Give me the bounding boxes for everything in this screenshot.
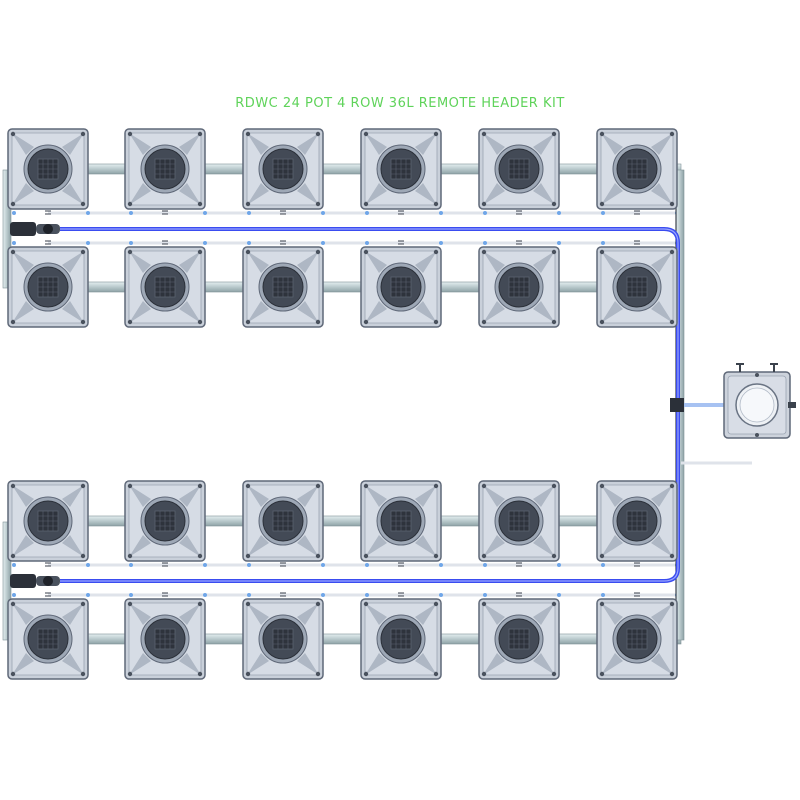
header-tank-icon [670,363,796,439]
pump-connector-icon [10,222,60,236]
square-pot-icon [360,128,442,210]
square-pot-icon [360,480,442,562]
fitting-dot [321,211,325,215]
fitting-dot [439,593,443,597]
fitting-dot [365,211,369,215]
square-pot-icon [478,480,560,562]
square-pot-icon [242,598,324,680]
fitting-dot [601,241,605,245]
fitting-dot [203,211,207,215]
square-pot-icon [596,598,678,680]
fitting-dot [365,563,369,567]
fitting-dot [129,241,133,245]
fitting-dot [557,211,561,215]
fitting-dot [557,593,561,597]
rdwc-layout-diagram [2,128,796,680]
square-pot-icon [7,128,89,210]
square-pot-icon [478,246,560,328]
fitting-dot [365,241,369,245]
square-pot-icon [242,128,324,210]
fitting-dot [601,563,605,567]
square-pot-icon [124,246,206,328]
square-pot-icon [124,128,206,210]
square-pot-icon [7,598,89,680]
fitting-dot [203,241,207,245]
fitting-dot [247,211,251,215]
fitting-dot [601,593,605,597]
square-pot-icon [478,128,560,210]
fitting-dot [129,593,133,597]
square-pot-icon [124,598,206,680]
fitting-dot [439,241,443,245]
fitting-dot [129,211,133,215]
pipe-network [2,160,752,645]
fitting-dot [321,593,325,597]
fitting-dot [86,211,90,215]
fitting-dot [86,563,90,567]
square-pot-icon [478,598,560,680]
square-pot-icon [596,246,678,328]
fitting-dot [483,211,487,215]
fitting-dot [321,563,325,567]
fitting-dot [483,563,487,567]
square-pot-icon [124,480,206,562]
fitting-dot [129,563,133,567]
fitting-dot [12,563,16,567]
square-pot-icon [242,246,324,328]
fitting-dot [86,593,90,597]
fitting-dot [247,241,251,245]
square-pot-icon [596,128,678,210]
fitting-dot [557,563,561,567]
fitting-dot [321,241,325,245]
fitting-dot [12,211,16,215]
fitting-dot [601,211,605,215]
square-pot-icon [7,246,89,328]
square-pot-icon [360,246,442,328]
fitting-dot [12,593,16,597]
fitting-dot [247,563,251,567]
fitting-dot [483,241,487,245]
fitting-dot [203,563,207,567]
fitting-dot [86,241,90,245]
pump-connector-icon [10,574,60,588]
square-pot-icon [242,480,324,562]
square-pot-icon [360,598,442,680]
fitting-dot [12,241,16,245]
square-pot-icon [596,480,678,562]
fitting-dot [365,593,369,597]
fitting-dot [439,211,443,215]
fitting-dot [247,593,251,597]
square-pot-icon [7,480,89,562]
fitting-dot [557,241,561,245]
fitting-dot [439,563,443,567]
fitting-dot [483,593,487,597]
fitting-dot [203,593,207,597]
